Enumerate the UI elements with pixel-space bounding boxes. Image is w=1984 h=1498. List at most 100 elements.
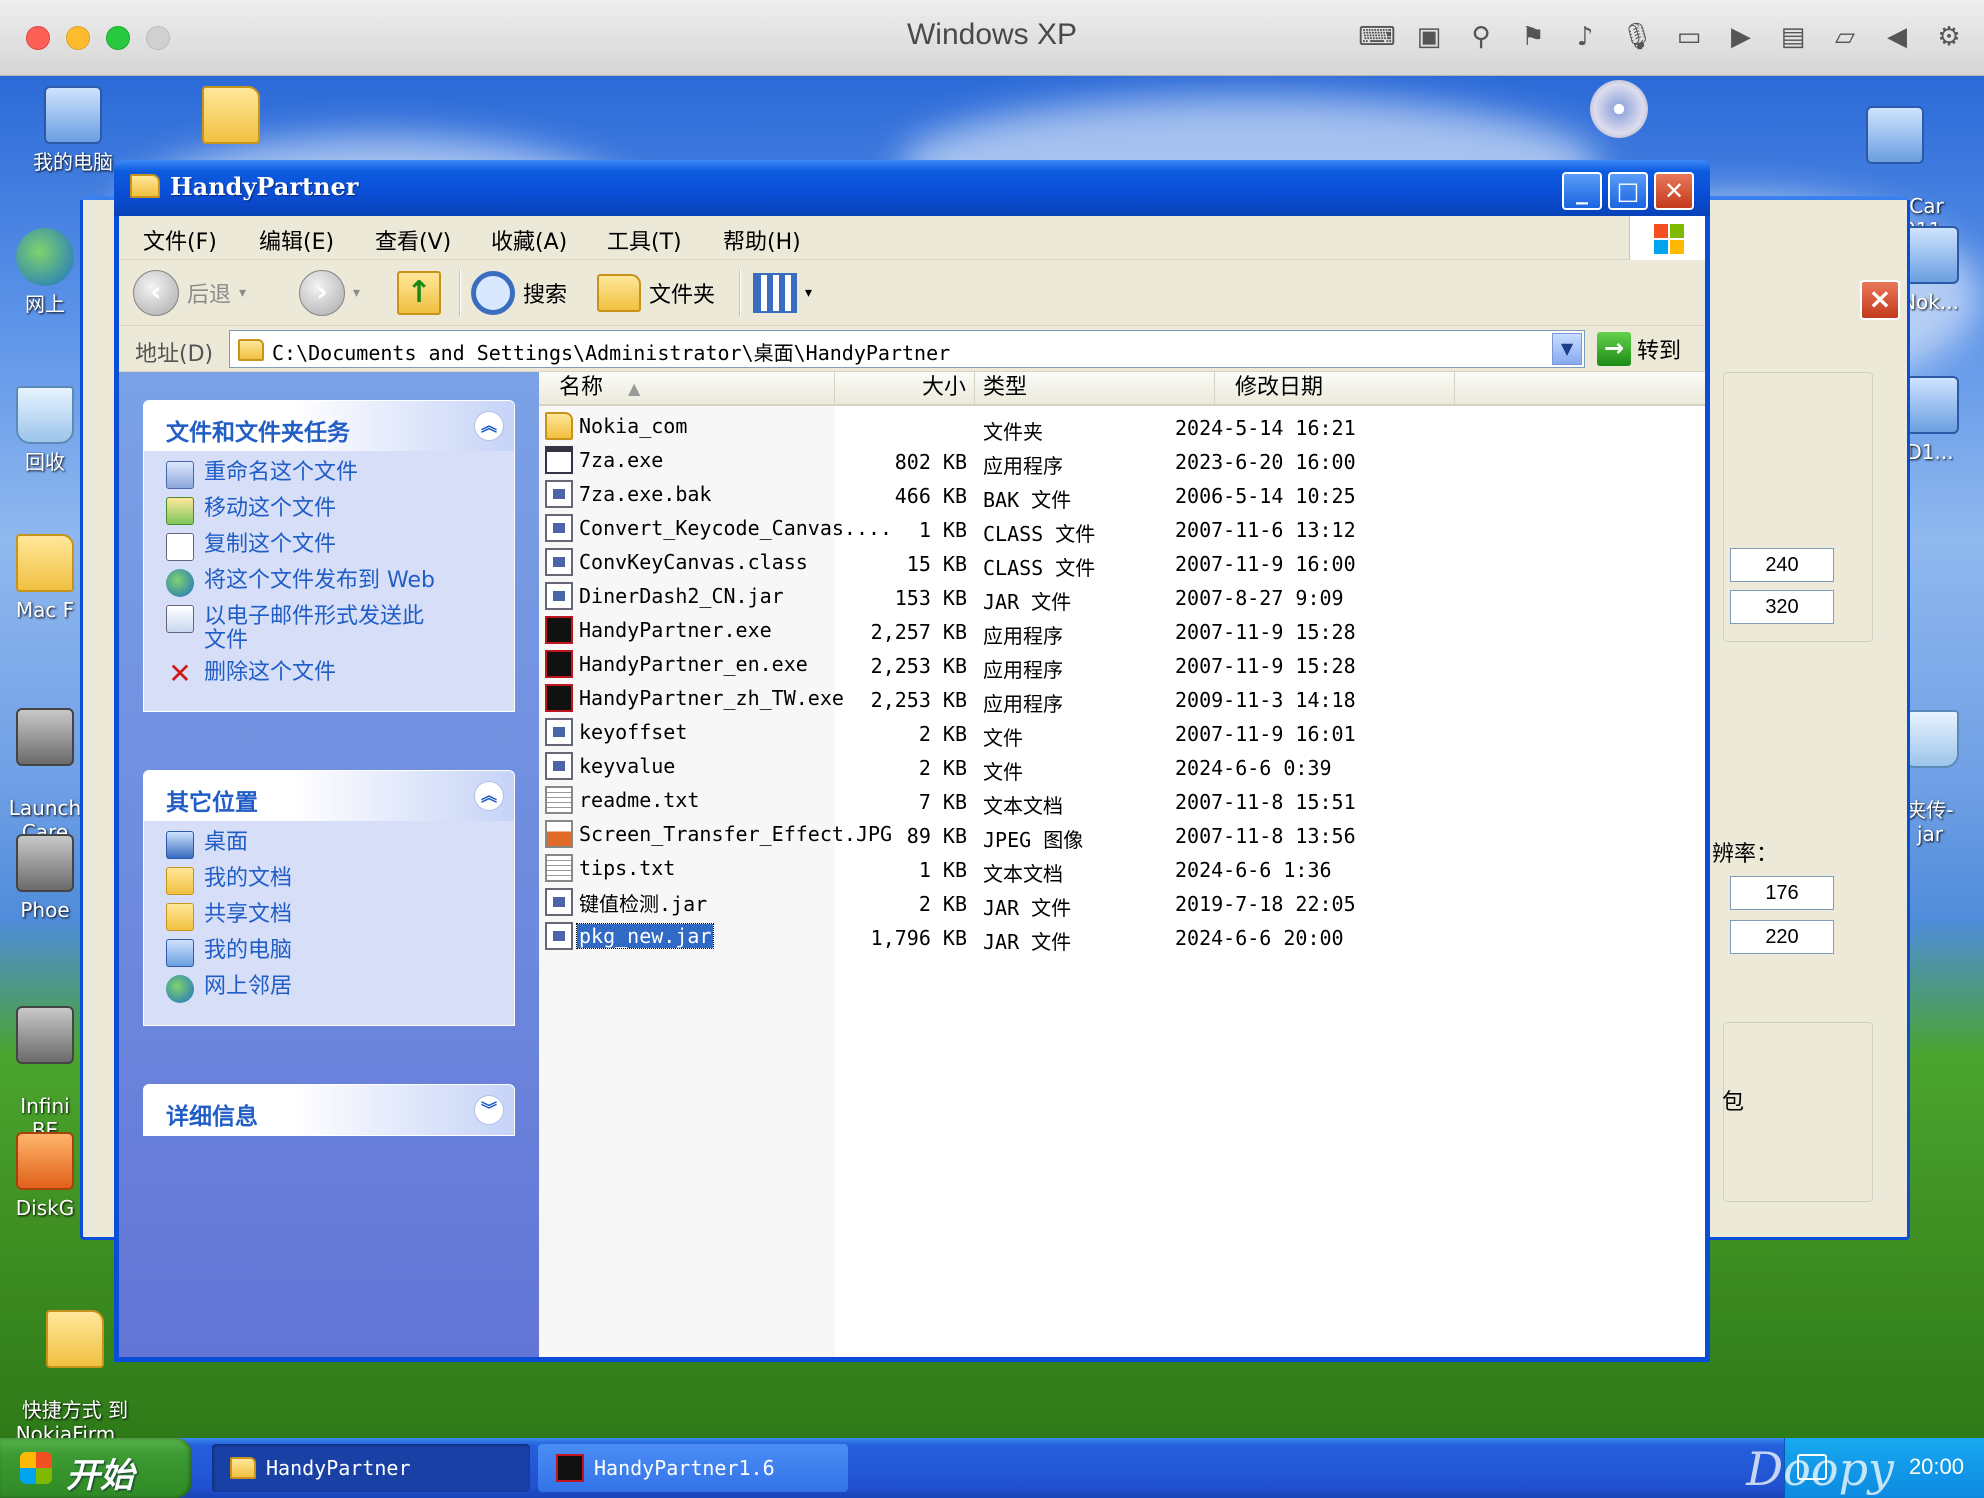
desktop-icon-folder[interactable]: [166, 86, 296, 150]
file-row[interactable]: ConvKeyCanvas.class 15 KB CLASS 文件 2007-11-…: [539, 544, 1705, 580]
chevron-down-icon[interactable]: ︾: [474, 1095, 504, 1125]
file-name-cell[interactable]: DinerDash2_CN.jar: [539, 582, 786, 610]
file-name-cell[interactable]: 键值检测.jar: [539, 888, 709, 916]
taskbar-item-handypartner16[interactable]: HandyPartner1.6: [538, 1444, 848, 1492]
file-name-cell[interactable]: HandyPartner.exe: [539, 616, 774, 644]
column-date[interactable]: 修改日期: [1215, 372, 1455, 404]
up-folder-button[interactable]: ↑: [397, 268, 441, 318]
desktop-icon-diskgenius[interactable]: DiskG: [0, 1132, 90, 1220]
keyboard-icon[interactable]: ⌨: [1358, 18, 1396, 56]
microphone-icon[interactable]: 🎙: [1618, 18, 1656, 56]
file-row[interactable]: keyoffset 2 KB 文件 2007-11-9 16:01: [539, 714, 1705, 750]
shared-folder-icon[interactable]: ▱: [1826, 18, 1864, 56]
disk-icon[interactable]: ▭: [1670, 18, 1708, 56]
file-date: 2024-6-6 20:00: [1175, 926, 1344, 950]
column-type[interactable]: 类型: [975, 372, 1215, 404]
file-name-cell[interactable]: keyvalue: [539, 752, 677, 780]
bg-dialog-close-button[interactable]: ×: [1860, 280, 1900, 320]
usb-icon[interactable]: ⚲: [1462, 18, 1500, 56]
desktop-icon-mac[interactable]: Mac F: [0, 534, 90, 622]
window-titlebar[interactable]: HandyPartner _ □ ✕: [114, 160, 1710, 216]
file-row[interactable]: Nokia_com 文件夹 2024-5-14 16:21: [539, 408, 1705, 444]
display-icon[interactable]: ▤: [1774, 18, 1812, 56]
file-name-cell[interactable]: ConvKeyCanvas.class: [539, 548, 810, 576]
chevron-up-icon[interactable]: ︽: [474, 411, 504, 441]
file-row[interactable]: Screen_Transfer_Effect.JPG 89 KB JPEG 图像 20…: [539, 816, 1705, 852]
go-button[interactable]: → 转到: [1597, 332, 1681, 366]
cpu-icon[interactable]: ▣: [1410, 18, 1448, 56]
desktop-icon-recycle-bin[interactable]: 回收: [0, 386, 90, 474]
forward-button[interactable]: › ▾: [299, 268, 360, 318]
task-label: 以电子邮件形式发送此文件: [204, 604, 425, 653]
desktop-icon-phoenix[interactable]: Phoe: [0, 834, 90, 922]
bg-res-width-field[interactable]: 176: [1730, 876, 1834, 910]
bg-res-height-field[interactable]: 220: [1730, 920, 1834, 954]
file-date: 2007-11-9 16:00: [1175, 552, 1356, 576]
menu-favorites[interactable]: 收藏(A): [491, 224, 567, 256]
camera-icon[interactable]: ▶: [1722, 18, 1760, 56]
file-row[interactable]: pkg_new.jar 1,796 KB JAR 文件 2024-6-6 20:00: [539, 918, 1705, 954]
task-email[interactable]: 以电子邮件形式发送此文件: [166, 605, 514, 653]
bg-width-field[interactable]: 240: [1730, 548, 1834, 582]
place-desktop[interactable]: 桌面: [166, 831, 514, 859]
views-button[interactable]: ▾: [753, 268, 812, 318]
minimize-button[interactable]: _: [1562, 172, 1602, 210]
back-arrow-icon[interactable]: ◀: [1878, 18, 1916, 56]
file-row[interactable]: 7za.exe.bak 466 KB BAK 文件 2006-5-14 10:25: [539, 476, 1705, 512]
menu-edit[interactable]: 编辑(E): [259, 224, 334, 256]
file-row[interactable]: 键值检测.jar 2 KB JAR 文件 2019-7-18 22:05: [539, 884, 1705, 920]
close-button[interactable]: ✕: [1654, 172, 1694, 210]
task-rename[interactable]: 重命名这个文件: [166, 461, 514, 489]
back-button[interactable]: ‹ 后退 ▾: [133, 268, 246, 318]
task-delete[interactable]: ✕ 删除这个文件: [166, 660, 514, 689]
details-header[interactable]: 详细信息 ︾: [144, 1085, 514, 1135]
file-name-cell[interactable]: HandyPartner_zh_TW.exe: [539, 684, 846, 712]
file-row[interactable]: HandyPartner_en.exe 2,253 KB 应用程序 2007-11-9…: [539, 646, 1705, 682]
task-copy[interactable]: 复制这个文件: [166, 533, 514, 561]
file-row[interactable]: HandyPartner_zh_TW.exe 2,253 KB 应用程序 2009-1…: [539, 680, 1705, 716]
menu-file[interactable]: 文件(F): [143, 224, 217, 256]
folders-button[interactable]: 文件夹: [597, 268, 715, 318]
column-name[interactable]: 名称 ▲: [539, 372, 835, 404]
file-row[interactable]: 7za.exe 802 KB 应用程序 2023-6-20 16:00: [539, 442, 1705, 478]
file-row[interactable]: readme.txt 7 KB 文本文档 2007-11-8 15:51: [539, 782, 1705, 818]
column-size[interactable]: 大小: [835, 372, 975, 404]
task-move[interactable]: 移动这个文件: [166, 497, 514, 525]
bg-height-field[interactable]: 320: [1730, 590, 1834, 624]
chevron-up-icon[interactable]: ︽: [474, 781, 504, 811]
place-my-computer[interactable]: 我的电脑: [166, 939, 514, 967]
file-row[interactable]: tips.txt 1 KB 文本文档 2024-6-6 1:36: [539, 850, 1705, 886]
file-row[interactable]: keyvalue 2 KB 文件 2024-6-6 0:39: [539, 748, 1705, 784]
place-my-documents[interactable]: 我的文档: [166, 867, 514, 895]
taskbar-item-handypartner[interactable]: HandyPartner: [212, 1444, 530, 1492]
menu-help[interactable]: 帮助(H): [723, 224, 801, 256]
file-name-cell[interactable]: tips.txt: [539, 854, 677, 882]
menu-tools[interactable]: 工具(T): [607, 224, 682, 256]
menu-view[interactable]: 查看(V): [375, 224, 451, 256]
search-button[interactable]: 搜索: [471, 268, 567, 318]
file-name-cell[interactable]: keyoffset: [539, 718, 689, 746]
file-name-cell[interactable]: Nokia_com: [539, 412, 689, 440]
file-tasks-header[interactable]: 文件和文件夹任务 ︽: [144, 401, 514, 451]
file-row[interactable]: HandyPartner.exe 2,257 KB 应用程序 2007-11-9 15…: [539, 612, 1705, 648]
task-publish-web[interactable]: 将这个文件发布到 Web: [166, 569, 514, 597]
start-button[interactable]: 开始: [0, 1438, 192, 1498]
address-dropdown-button[interactable]: ▼: [1552, 333, 1582, 365]
file-name-cell[interactable]: pkg_new.jar: [539, 922, 715, 950]
gear-icon[interactable]: ⚙: [1930, 18, 1968, 56]
file-row[interactable]: DinerDash2_CN.jar 153 KB JAR 文件 2007-8-27 9…: [539, 578, 1705, 614]
desktop-icon-cd[interactable]: [1554, 80, 1684, 144]
file-row[interactable]: Convert_Keycode_Canvas.... 1 KB CLASS 文件 20…: [539, 510, 1705, 546]
other-places-header[interactable]: 其它位置 ︽: [144, 771, 514, 821]
file-name-cell[interactable]: 7za.exe: [539, 446, 665, 474]
address-input[interactable]: C:\Documents and Settings\Administrator\…: [229, 330, 1585, 368]
network-icon[interactable]: ⚑: [1514, 18, 1552, 56]
place-network[interactable]: 网上邻居: [166, 975, 514, 1003]
place-shared-documents[interactable]: 共享文档: [166, 903, 514, 931]
file-name-cell[interactable]: readme.txt: [539, 786, 701, 814]
maximize-button[interactable]: □: [1608, 172, 1648, 210]
file-name-cell[interactable]: HandyPartner_en.exe: [539, 650, 810, 678]
speaker-icon[interactable]: ♪: [1566, 18, 1604, 56]
desktop-icon-network[interactable]: 网上: [0, 228, 90, 316]
file-name-cell[interactable]: 7za.exe.bak: [539, 480, 713, 508]
